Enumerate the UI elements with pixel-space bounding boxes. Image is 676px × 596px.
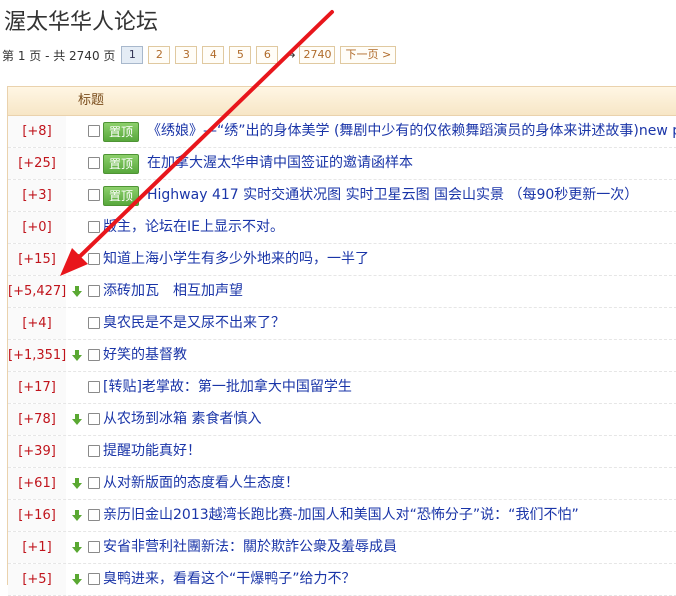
- thread-row: [+78] 从农场到冰箱 素食者慎入: [8, 404, 676, 436]
- thread-score: [+17]: [8, 372, 66, 403]
- thread-score: [+1,351]: [8, 340, 66, 371]
- checkbox-icon[interactable]: [88, 509, 100, 521]
- thread-title-link[interactable]: 在加拿大渥太华申请中国签证的邀请函样本: [147, 148, 413, 179]
- checkbox-icon[interactable]: [88, 125, 100, 137]
- page-link-3[interactable]: 3: [175, 46, 198, 64]
- thread-score: [+15]: [8, 244, 66, 275]
- thread-title-link[interactable]: 添砖加瓦 相互加声望: [103, 276, 243, 307]
- thread-title-link[interactable]: 亲历旧金山2013越湾长跑比赛-加国人和美国人对“恐怖分子”说：“我们不怕”: [103, 500, 579, 531]
- thread-score: [+61]: [8, 468, 66, 499]
- header-title-label: 标题: [78, 93, 105, 108]
- thread-row: [+1,351] 好笑的基督教: [8, 340, 676, 372]
- pager-arrow: →: [285, 48, 296, 62]
- thread-score: [+8]: [8, 116, 66, 147]
- checkbox-icon[interactable]: [88, 253, 100, 265]
- checkbox-icon[interactable]: [88, 477, 100, 489]
- pinned-badge: 置顶: [103, 122, 140, 142]
- checkbox-icon[interactable]: [88, 221, 100, 233]
- page-link-4[interactable]: 4: [202, 46, 225, 64]
- green-down-arrow-icon: [72, 478, 82, 489]
- checkbox-icon[interactable]: [88, 573, 100, 585]
- thread-score: [+0]: [8, 212, 66, 243]
- next-page-link[interactable]: 下一页 >: [340, 46, 397, 64]
- thread-title-link[interactable]: 版主，论坛在IE上显示不对。: [103, 212, 284, 243]
- thread-score: [+5,427]: [8, 276, 66, 307]
- thread-title-link[interactable]: 好笑的基督教: [103, 340, 187, 371]
- green-down-arrow-icon: [72, 414, 82, 425]
- thread-rows: [+8] 置顶 《绣娘》—“绣”出的身体美学 (舞剧中少有的仅依赖舞蹈演员的身体来讲…: [8, 116, 676, 596]
- thread-score: [+25]: [8, 148, 66, 179]
- checkbox-icon[interactable]: [88, 413, 100, 425]
- green-down-arrow-icon: [72, 254, 82, 265]
- green-down-arrow-icon: [72, 510, 82, 521]
- checkbox-icon[interactable]: [88, 381, 100, 393]
- thread-score: [+1]: [8, 532, 66, 563]
- thread-score: [+78]: [8, 404, 66, 435]
- checkbox-icon[interactable]: [88, 189, 100, 201]
- thread-score: [+3]: [8, 180, 66, 211]
- checkbox-icon[interactable]: [88, 445, 100, 457]
- page-info: 第 1 页 - 共 2740 页: [2, 48, 116, 63]
- thread-title-link[interactable]: Highway 417 实时交通状况图 实时卫星云图 国会山实景 （每90秒更新…: [147, 180, 638, 211]
- thread-row: [+8] 置顶 《绣娘》—“绣”出的身体美学 (舞剧中少有的仅依赖舞蹈演员的身体来讲…: [8, 116, 676, 148]
- green-down-arrow-icon: [72, 286, 82, 297]
- green-down-arrow-icon: [72, 542, 82, 553]
- thread-title-link[interactable]: [转贴]老掌故：第一批加拿大中国留学生: [103, 372, 352, 403]
- page-link-1[interactable]: 1: [121, 46, 144, 64]
- thread-row: [+3] 置顶 Highway 417 实时交通状况图 实时卫星云图 国会山实景 （…: [8, 180, 676, 212]
- green-down-arrow-icon: [72, 574, 82, 585]
- thread-score: [+16]: [8, 500, 66, 531]
- thread-list: 标题 [+8] 置顶 《绣娘》—“绣”出的身体美学 (舞剧中少有的仅依赖舞蹈演员的身…: [7, 86, 676, 596]
- page-link-5[interactable]: 5: [229, 46, 252, 64]
- thread-row: [+39] 提醒功能真好！: [8, 436, 676, 468]
- forum-title: 渥太华华人论坛: [4, 10, 159, 35]
- page-link-last[interactable]: 2740: [299, 46, 336, 64]
- thread-title-link[interactable]: 知道上海小学生有多少外地来的吗，一半了: [103, 244, 369, 275]
- thread-score: [+4]: [8, 308, 66, 339]
- checkbox-icon[interactable]: [88, 349, 100, 361]
- pagination: 第 1 页 - 共 2740 页 1 2 3 4 5 6 → 2740 下一页 …: [2, 45, 401, 65]
- thread-title-link[interactable]: 《绣娘》—“绣”出的身体美学 (舞剧中少有的仅依赖舞蹈演员的身体来讲述故事)ne…: [147, 116, 676, 147]
- thread-row: [+5,427] 添砖加瓦 相互加声望: [8, 276, 676, 308]
- thread-row: [+4] 臭农民是不是又尿不出来了？: [8, 308, 676, 340]
- thread-row: [+17] [转贴]老掌故：第一批加拿大中国留学生: [8, 372, 676, 404]
- thread-title-link[interactable]: 从对新版面的态度看人生态度！: [103, 468, 299, 499]
- thread-row: [+15] 知道上海小学生有多少外地来的吗，一半了: [8, 244, 676, 276]
- thread-row: [+0] 版主，论坛在IE上显示不对。: [8, 212, 676, 244]
- thread-row: [+25] 置顶 在加拿大渥太华申请中国签证的邀请函样本: [8, 148, 676, 180]
- thread-score: [+39]: [8, 436, 66, 467]
- thread-row: [+61] 从对新版面的态度看人生态度！: [8, 468, 676, 500]
- pinned-badge: 置顶: [103, 154, 140, 174]
- thread-score: [+5]: [8, 564, 66, 595]
- thread-row: [+1] 安省非营利社團新法：關於欺詐公衆及羞辱成員: [8, 532, 676, 564]
- checkbox-icon[interactable]: [88, 157, 100, 169]
- thread-row: [+5] 臭鸭进来，看看这个“干爆鸭子”给力不？: [8, 564, 676, 596]
- checkbox-icon[interactable]: [88, 285, 100, 297]
- pinned-badge: 置顶: [103, 186, 140, 206]
- page-link-2[interactable]: 2: [148, 46, 171, 64]
- green-down-arrow-icon: [72, 350, 82, 361]
- thread-title-link[interactable]: 臭鸭进来，看看这个“干爆鸭子”给力不？: [103, 564, 356, 595]
- thread-title-link[interactable]: 安省非营利社團新法：關於欺詐公衆及羞辱成員: [103, 532, 397, 563]
- thread-row: [+16] 亲历旧金山2013越湾长跑比赛-加国人和美国人对“恐怖分子”说：“我们…: [8, 500, 676, 532]
- thread-title-link[interactable]: 臭农民是不是又尿不出来了？: [103, 308, 285, 339]
- page-link-6[interactable]: 6: [256, 46, 279, 64]
- checkbox-icon[interactable]: [88, 541, 100, 553]
- thread-list-header: 标题: [8, 87, 676, 116]
- thread-title-link[interactable]: 提醒功能真好！: [103, 436, 201, 467]
- checkbox-icon[interactable]: [88, 317, 100, 329]
- thread-title-link[interactable]: 从农场到冰箱 素食者慎入: [103, 404, 261, 435]
